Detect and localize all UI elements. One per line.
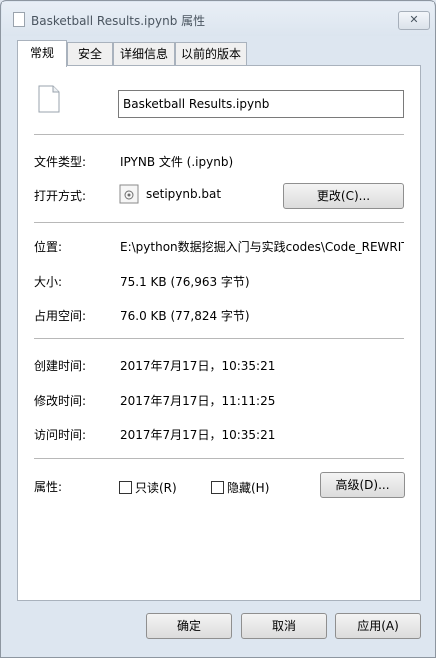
disk-size-label: 占用空间: <box>34 309 87 323</box>
bat-file-icon <box>119 184 139 204</box>
separator <box>34 134 404 135</box>
hidden-checkbox[interactable] <box>211 481 224 494</box>
separator <box>34 222 404 223</box>
opens-with-label: 打开方式: <box>34 189 87 203</box>
readonly-checkbox[interactable] <box>119 481 132 494</box>
accessed-value: 2017年7月17日，10:35:21 <box>120 428 276 442</box>
tab-security[interactable]: 安全 <box>67 42 113 65</box>
disk-size-value: 76.0 KB (77,824 字节) <box>120 309 250 323</box>
size-value: 75.1 KB (76,963 字节) <box>120 275 250 289</box>
file-type-value: IPYNB 文件 (.ipynb) <box>120 155 234 169</box>
created-value: 2017年7月17日，10:35:21 <box>120 359 276 373</box>
tab-details[interactable]: 详细信息 <box>113 42 175 65</box>
close-button[interactable]: ✕ <box>398 11 430 30</box>
accessed-label: 访问时间: <box>34 428 87 442</box>
location-value: E:\python数据挖掘入门与实践codes\Code_REWRIT <box>120 240 404 254</box>
separator <box>34 338 404 339</box>
change-button[interactable]: 更改(C)... <box>283 183 404 209</box>
modified-label: 修改时间: <box>34 394 87 408</box>
file-icon <box>38 85 60 113</box>
apply-button[interactable]: 应用(A) <box>335 613 421 639</box>
general-panel: Basketball Results.ipynb 文件类型: IPYNB 文件 … <box>17 65 421 601</box>
filename-field[interactable]: Basketball Results.ipynb <box>118 90 404 118</box>
document-icon <box>13 12 25 27</box>
title-bar: Basketball Results.ipynb 属性 ✕ <box>2 2 434 36</box>
location-label: 位置: <box>34 240 63 254</box>
tab-general[interactable]: 常规 <box>17 40 67 67</box>
tab-previous-versions[interactable]: 以前的版本 <box>175 42 247 65</box>
file-type-label: 文件类型: <box>34 155 87 169</box>
attributes-label: 属性: <box>34 480 63 494</box>
advanced-button[interactable]: 高级(D)... <box>320 472 405 498</box>
separator <box>34 458 404 459</box>
properties-dialog: Basketball Results.ipynb 属性 ✕ 常规 安全 详细信息… <box>0 0 436 658</box>
close-icon: ✕ <box>409 13 419 26</box>
ok-button[interactable]: 确定 <box>146 613 232 639</box>
opens-with-value: setipynb.bat <box>146 187 222 201</box>
modified-value: 2017年7月17日，11:11:25 <box>120 394 276 408</box>
created-label: 创建时间: <box>34 359 87 373</box>
hidden-label[interactable]: 隐藏(H) <box>227 479 269 496</box>
readonly-label[interactable]: 只读(R) <box>135 479 177 496</box>
size-label: 大小: <box>34 275 63 289</box>
cancel-button[interactable]: 取消 <box>241 613 327 639</box>
window-title: Basketball Results.ipynb 属性 <box>31 14 206 28</box>
